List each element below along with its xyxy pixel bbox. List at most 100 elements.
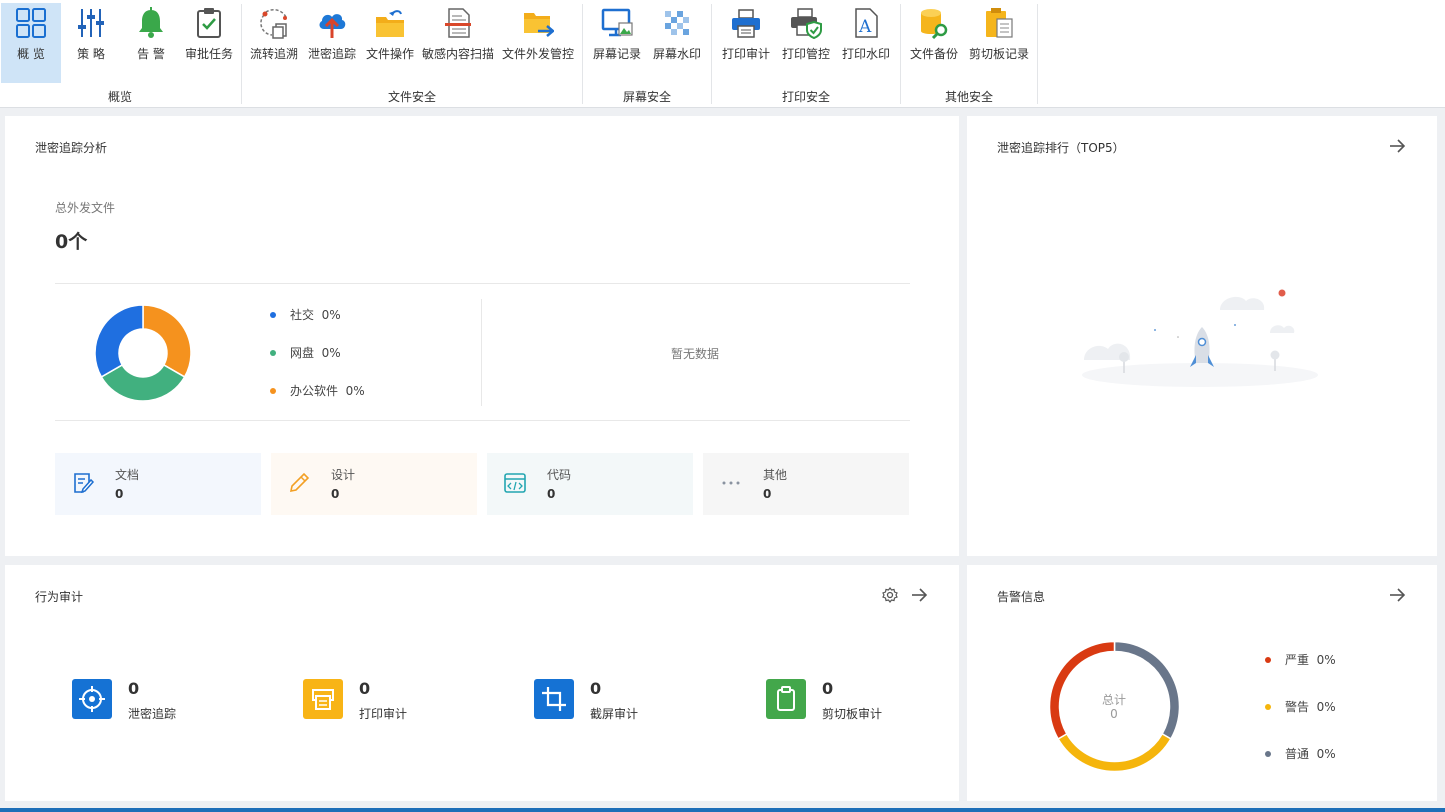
ribbon-button-label: 屏幕水印 bbox=[652, 47, 701, 61]
ribbon-button-clipboard-record[interactable]: 剪切板记录 bbox=[966, 3, 1032, 83]
alert-legend-severe: 严重 0% bbox=[1265, 651, 1336, 668]
ribbon-button-outbound-control[interactable]: 文件外发管控 bbox=[498, 3, 578, 83]
sliders-icon bbox=[78, 9, 104, 37]
alerts-title: 告警信息 bbox=[997, 590, 1046, 604]
bell-icon bbox=[139, 7, 163, 38]
file-type-tile-code[interactable]: 代码 0 bbox=[487, 453, 693, 515]
audit-icon-bg bbox=[72, 679, 112, 719]
alert-legend-normal: 普通 0% bbox=[1265, 745, 1336, 762]
ribbon-group-print-security: 打印安全 bbox=[781, 90, 830, 104]
audit-value: 0 bbox=[128, 679, 140, 698]
ribbon-button-label: 策 略 bbox=[77, 47, 105, 61]
legend-value: 0% bbox=[321, 346, 341, 360]
arrow-right-icon[interactable] bbox=[1388, 586, 1406, 604]
legend-label: 普通 bbox=[1285, 747, 1310, 761]
total-outbound-label: 总外发文件 bbox=[55, 201, 116, 215]
legend-value: 0% bbox=[321, 308, 341, 322]
arrow-right-icon[interactable] bbox=[1388, 137, 1406, 155]
ribbon-button-approval[interactable]: 审批任务 bbox=[181, 3, 237, 83]
tile-value: 0 bbox=[547, 487, 556, 501]
ribbon-group-file-security: 文件安全 bbox=[387, 90, 436, 104]
ribbon-button-print-control[interactable]: 打印管控 bbox=[776, 3, 836, 83]
target-icon bbox=[79, 686, 105, 712]
ribbon-button-sensitive-scan[interactable]: 敏感内容扫描 bbox=[420, 3, 496, 83]
ribbon-button-leak-trace[interactable]: 泄密追踪 bbox=[304, 3, 360, 83]
divider bbox=[55, 420, 910, 421]
flow-trace-icon bbox=[260, 8, 287, 39]
ribbon-button-label: 文件外发管控 bbox=[501, 47, 574, 61]
ribbon-button-label: 泄密追踪 bbox=[307, 47, 356, 61]
ribbon-button-screen-record[interactable]: 屏幕记录 bbox=[588, 3, 646, 83]
legend-value: 0% bbox=[345, 384, 365, 398]
ribbon-button-label: 流转追溯 bbox=[249, 47, 298, 61]
empty-state-rocket-illustration bbox=[1082, 289, 1318, 387]
ribbon-group-screen-security: 屏幕安全 bbox=[622, 90, 671, 104]
document-scan-icon bbox=[445, 8, 471, 38]
ribbon-button-file-backup[interactable]: 文件备份 bbox=[904, 3, 964, 83]
ribbon-button-label: 文件备份 bbox=[909, 47, 958, 61]
audit-icon-bg bbox=[766, 679, 806, 719]
pencil-icon bbox=[289, 472, 310, 493]
gear-icon[interactable] bbox=[881, 586, 899, 604]
checker-watermark-icon bbox=[665, 11, 689, 35]
cloud-upload-icon bbox=[319, 14, 346, 38]
printer-icon bbox=[732, 9, 760, 38]
dashboard-grid-icon bbox=[16, 8, 46, 38]
more-dots-icon bbox=[722, 481, 740, 485]
document-letter-a-icon: A bbox=[855, 8, 878, 38]
legend-item-netdisk: 网盘 0% bbox=[270, 344, 341, 361]
legend-value: 0% bbox=[1316, 653, 1336, 667]
ribbon-button-print-audit[interactable]: 打印审计 bbox=[716, 3, 776, 83]
legend-dot bbox=[270, 349, 276, 356]
legend-label: 严重 bbox=[1285, 653, 1310, 667]
audit-name: 泄密追踪 bbox=[128, 707, 177, 721]
ribbon-group-other-security: 其他安全 bbox=[944, 90, 993, 104]
audit-value: 0 bbox=[590, 679, 602, 698]
audit-name: 打印审计 bbox=[359, 707, 408, 721]
audit-name: 剪切板审计 bbox=[822, 707, 883, 721]
ribbon-button-policy[interactable]: 策 略 bbox=[61, 3, 121, 83]
legend-dot bbox=[1265, 656, 1271, 663]
ribbon-button-flow-trace[interactable]: 流转追溯 bbox=[246, 3, 302, 83]
ribbon-button-file-ops[interactable]: 文件操作 bbox=[362, 3, 418, 83]
ribbon-button-screen-watermark[interactable]: 屏幕水印 bbox=[648, 3, 706, 83]
ribbon-button-label: 文件操作 bbox=[365, 47, 414, 61]
audit-value: 0 bbox=[822, 679, 834, 698]
document-edit-icon bbox=[74, 473, 95, 494]
bottom-status-bar bbox=[0, 808, 1445, 812]
legend-value: 0% bbox=[1316, 747, 1336, 761]
ribbon-button-label: 打印水印 bbox=[841, 47, 890, 61]
file-type-tile-document[interactable]: 文档 0 bbox=[55, 453, 261, 515]
behavior-audit-title: 行为审计 bbox=[35, 590, 84, 604]
printer-icon bbox=[312, 689, 334, 710]
code-window-icon bbox=[504, 473, 526, 493]
ribbon-button-label: 告 警 bbox=[137, 47, 165, 61]
leak-channel-donut bbox=[94, 304, 192, 402]
ribbon-button-label: 打印审计 bbox=[721, 47, 770, 61]
file-type-tile-design[interactable]: 设计 0 bbox=[271, 453, 477, 515]
ribbon-toolbar: 概 览 策 略 告 警 审批任务 流转追溯 泄密追踪 文件操作 敏感内容扫描 文… bbox=[0, 0, 1445, 108]
group-separator bbox=[1037, 4, 1038, 104]
folder-arrow-icon bbox=[376, 10, 404, 37]
legend-dot bbox=[1265, 750, 1271, 757]
legend-value: 0% bbox=[1316, 700, 1336, 714]
tile-name: 其他 bbox=[763, 468, 788, 482]
legend-dot bbox=[270, 387, 276, 394]
file-type-tile-other[interactable]: 其他 0 bbox=[703, 453, 909, 515]
legend-dot bbox=[270, 311, 276, 318]
folder-send-icon bbox=[524, 13, 554, 37]
ribbon-button-label: 概 览 bbox=[17, 47, 45, 61]
clipboard-docs-icon bbox=[986, 8, 1013, 38]
ribbon-button-label: 审批任务 bbox=[184, 47, 233, 61]
arrow-right-icon[interactable] bbox=[910, 586, 928, 604]
tile-name: 文档 bbox=[115, 468, 140, 482]
ribbon-button-overview[interactable]: 概 览 bbox=[1, 3, 61, 83]
leak-ranking-title: 泄密追踪排行（TOP5） bbox=[997, 141, 1125, 155]
legend-label: 警告 bbox=[1285, 700, 1310, 714]
ribbon-button-alert[interactable]: 告 警 bbox=[121, 3, 181, 83]
ribbon-button-print-watermark[interactable]: A 打印水印 bbox=[836, 3, 896, 83]
tile-name: 设计 bbox=[331, 468, 356, 482]
total-outbound-value: 0个 bbox=[55, 231, 88, 253]
no-data-text: 暂无数据 bbox=[671, 347, 720, 361]
alert-total-label: 总计 bbox=[1101, 693, 1126, 707]
